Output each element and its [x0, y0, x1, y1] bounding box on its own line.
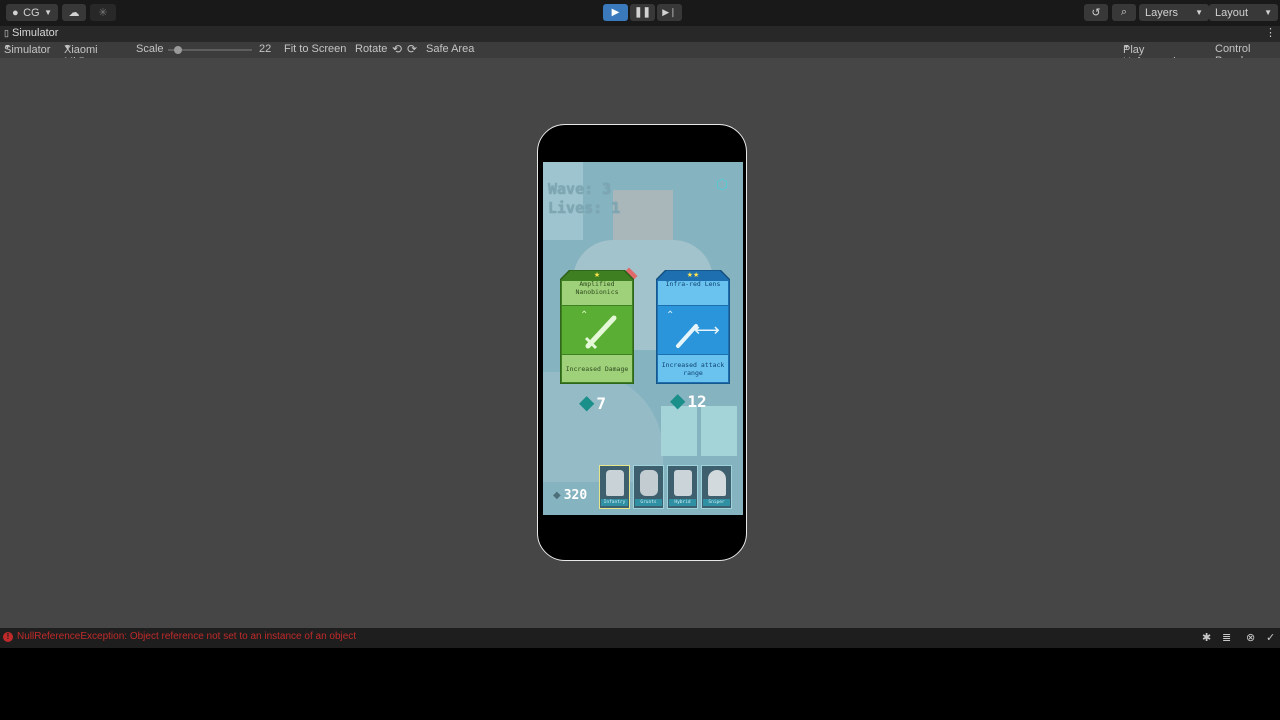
upgrade-card-infra-red-lens[interactable]: ★★ Infra-red Lens ⌃ ⟷ Increased attack r…: [656, 270, 730, 384]
upgrade-card-amplified-nanobionics[interactable]: ★ Amplified Nanobionics ⌃ Increased Dama…: [560, 270, 634, 384]
game-screen[interactable]: Wave: 3 Lives: 1 ⬡ ★ Amplified Nanobioni…: [543, 162, 743, 515]
robot-icon: [606, 470, 624, 496]
layers-dropdown[interactable]: Layers ▼: [1139, 4, 1209, 21]
star-rating: ★: [593, 272, 601, 279]
kebab-menu-icon[interactable]: ⋮: [1265, 26, 1276, 39]
gem-icon: ◆: [670, 390, 686, 412]
unit-label: Hybrid: [669, 499, 696, 506]
gem-icon: ◆: [579, 392, 595, 414]
stack-icon[interactable]: ≣: [1222, 631, 1231, 644]
scale-value: 22: [259, 43, 272, 55]
scale-slider-thumb[interactable]: [174, 46, 183, 54]
chevron-down-icon: ▼: [1264, 8, 1272, 17]
chevron-down-icon: ▼: [44, 8, 52, 17]
safe-area-toggle[interactable]: Safe Area: [426, 43, 474, 55]
sword-icon: [584, 315, 617, 350]
history-icon: ↺: [1091, 7, 1101, 19]
debug-icon[interactable]: ✱: [1202, 631, 1211, 644]
currency-value: 320: [563, 488, 588, 503]
check-icon[interactable]: ✓: [1266, 631, 1275, 644]
wave-label: Wave: 3: [548, 180, 612, 198]
layers-label: Layers: [1145, 6, 1179, 19]
step-icon: ▶❘: [662, 7, 677, 17]
range-arrows-icon: ⟷: [694, 320, 720, 340]
account-label: CG: [23, 6, 40, 19]
cost-value: 12: [687, 391, 707, 411]
unit-slot-hybrid[interactable]: Hybrid: [667, 465, 698, 509]
placement-slot[interactable]: [661, 406, 697, 456]
account-dropdown[interactable]: ● CG ▼: [6, 4, 58, 21]
scenery-building: [613, 190, 673, 240]
play-button[interactable]: ▶: [603, 4, 628, 21]
cost-value: 7: [596, 393, 607, 413]
scale-label: Scale: [136, 43, 164, 55]
error-message[interactable]: ! NullReferenceException: Object referen…: [3, 631, 356, 642]
search-button[interactable]: ⌕: [1112, 4, 1136, 21]
layout-label: Layout: [1215, 6, 1249, 19]
simulator-icon: ▯: [4, 27, 9, 38]
placement-slot[interactable]: [701, 406, 737, 456]
search-icon: ⌕: [1120, 6, 1128, 18]
play-icon: ▶: [611, 7, 620, 18]
star-rating: ★★: [686, 272, 700, 279]
unit-label: Grunts: [635, 499, 662, 506]
step-button[interactable]: ▶❘: [657, 4, 682, 21]
rotate-left-icon[interactable]: ⟲: [392, 42, 402, 56]
cloud-button[interactable]: ☁: [62, 4, 86, 21]
card-cost: ◆ 7: [579, 393, 606, 413]
pause-icon: ❚❚: [634, 7, 651, 18]
robot-icon: [708, 470, 726, 496]
unit-slot-grunts[interactable]: Grunts: [633, 465, 664, 509]
window-tab-bar: ▯ Simulator ⋮: [0, 26, 1280, 42]
chevron-down-icon: ▼: [1123, 44, 1130, 51]
collab-icon: ✳: [98, 7, 108, 19]
lives-label: Lives: 1: [548, 199, 621, 217]
card-description: Increased attack range: [661, 361, 725, 377]
card-title: Infra-red Lens: [665, 280, 721, 288]
card-title: Amplified Nanobionics: [575, 280, 619, 296]
console-status-bar[interactable]: ! NullReferenceException: Object referen…: [0, 628, 1280, 648]
unit-slot-infantry[interactable]: Infantry: [599, 465, 630, 509]
menu-icon[interactable]: ⬡: [713, 176, 731, 192]
unit-label: Infantry: [601, 499, 628, 506]
robot-icon: [674, 470, 692, 496]
pause-button[interactable]: ❚❚: [630, 4, 655, 21]
layout-dropdown[interactable]: Layout ▼: [1209, 4, 1278, 21]
fit-to-screen-button[interactable]: Fit to Screen: [284, 43, 346, 55]
tab-label: Simulator: [11, 27, 59, 39]
chevron-down-icon: ▼: [1195, 8, 1203, 17]
gem-icon: ◆: [553, 490, 561, 501]
card-art: ⌃ ⟷: [656, 306, 730, 354]
currency-display: ◆ 320: [553, 488, 587, 503]
chevron-down-icon: ▼: [4, 44, 11, 51]
simulator-toolbar: Simulator▼ Xiaomi Mi 5▼ Scale 22 Fit to …: [0, 42, 1280, 68]
cloud-icon: ☁: [68, 7, 80, 19]
collab-button[interactable]: ✳: [90, 4, 116, 21]
rotate-label: Rotate: [355, 43, 388, 55]
account-icon: ●: [12, 6, 19, 19]
robot-icon: [640, 470, 658, 496]
tab-simulator[interactable]: ▯ Simulator: [4, 27, 58, 39]
unit-slot-sniper[interactable]: Sniper: [701, 465, 732, 509]
rotate-right-icon[interactable]: ⟳: [407, 42, 417, 56]
network-icon[interactable]: ⊗: [1246, 631, 1255, 644]
error-text: NullReferenceException: Object reference…: [17, 631, 357, 642]
main-toolbar: ● CG ▼ ☁ ✳ ▶ ❚❚ ▶❘ ↺ ⌕ Layers ▼ Layout ▼: [0, 0, 1280, 26]
chevron-down-icon: ▼: [64, 44, 71, 51]
unit-label: Sniper: [703, 499, 730, 506]
card-cost: ◆ 12: [670, 391, 707, 411]
history-button[interactable]: ↺: [1084, 4, 1108, 21]
error-icon: !: [3, 631, 13, 642]
card-description: Increased Damage: [565, 365, 629, 373]
card-art: ⌃: [560, 306, 634, 354]
